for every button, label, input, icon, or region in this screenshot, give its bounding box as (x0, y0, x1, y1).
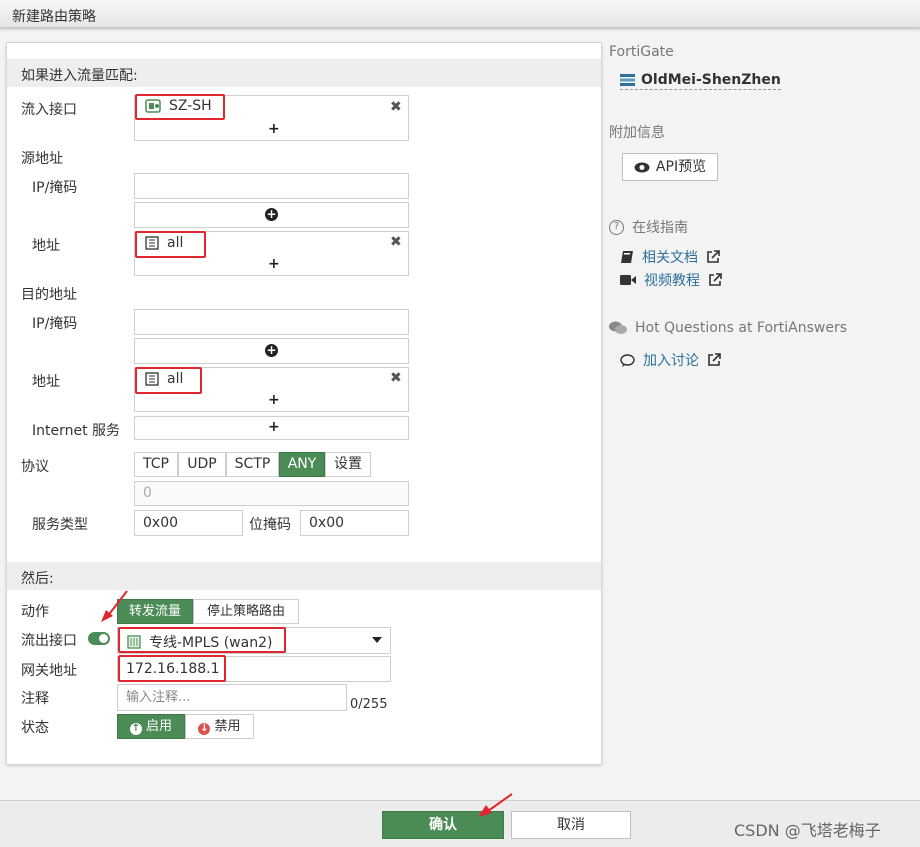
fortigate-device-icon (620, 74, 635, 86)
watermark-text: CSDN @飞塔老梅子 (734, 821, 881, 840)
comment-bubble-icon (620, 353, 635, 367)
destination-ip-mask-label: IP/掩码 (32, 316, 78, 332)
cancel-button[interactable]: 取消 (511, 811, 631, 839)
related-docs-label: 相关文档 (642, 250, 698, 266)
arrow-up-icon: ↑ (129, 723, 142, 735)
policy-form: 如果进入流量匹配: 流入接口 SZ-SH ✖ + 源地址 IP/掩码 + 地址 … (6, 42, 602, 765)
protocol-label: 协议 (21, 459, 49, 475)
external-link-icon (707, 250, 720, 263)
remove-icon[interactable]: ✖ (390, 99, 402, 115)
comments-icon (609, 321, 627, 334)
status-disable-label: 禁用 (214, 719, 241, 734)
external-link-icon (709, 273, 722, 286)
add-internet-service-button[interactable]: + (268, 419, 280, 435)
add-source-address-button[interactable]: + (268, 256, 280, 272)
match-section-header: 如果进入流量匹配: (7, 59, 601, 87)
additional-info-label: 附加信息 (609, 125, 665, 141)
service-type-label: 服务类型 (32, 517, 88, 533)
protocol-any-button[interactable]: ANY (279, 452, 325, 477)
device-name: OldMei-ShenZhen (641, 72, 781, 88)
protocol-udp-button[interactable]: UDP (178, 452, 226, 477)
hot-questions-label: Hot Questions at FortiAnswers (635, 320, 848, 336)
outgoing-interface-label: 流出接口 (21, 633, 77, 649)
status-enable-label: 启用 (145, 719, 172, 734)
then-section-title: 然后: (21, 571, 54, 587)
annotation-highlight (135, 94, 225, 120)
join-discussion-link[interactable]: 加入讨论 (620, 350, 721, 370)
arrow-down-icon: ↓ (198, 723, 211, 735)
remove-icon[interactable]: ✖ (390, 370, 402, 386)
device-name-link[interactable]: OldMei-ShenZhen (620, 72, 781, 90)
annotation-arrow-icon (101, 590, 128, 622)
online-guide-heading: ? 在线指南 (609, 217, 688, 237)
comment-counter: 0/255 (350, 697, 388, 712)
source-ip-mask-input[interactable] (134, 173, 409, 199)
eye-icon (634, 162, 650, 172)
online-guide-label: 在线指南 (632, 220, 688, 236)
protocol-custom-button[interactable]: 设置 (325, 452, 371, 477)
comment-textarea[interactable]: 输入注释... (117, 684, 347, 711)
join-discussion-label: 加入讨论 (643, 353, 699, 369)
destination-address-label: 目的地址 (21, 287, 77, 303)
protocol-number-input[interactable]: 0 (134, 481, 409, 506)
annotation-highlight (135, 231, 206, 258)
status-label: 状态 (21, 720, 49, 736)
action-label: 动作 (21, 604, 49, 620)
window-titlebar: 新建路由策略 (0, 0, 920, 28)
device-type-label: FortiGate (609, 44, 674, 60)
destination-address-sub-label: 地址 (32, 374, 60, 390)
bitmask-input[interactable]: 0x00 (300, 510, 409, 536)
incoming-interface-label: 流入接口 (21, 102, 77, 118)
outgoing-interface-toggle[interactable] (88, 632, 110, 645)
api-preview-label: API预览 (655, 159, 707, 175)
service-type-input[interactable]: 0x00 (134, 510, 243, 536)
window-title: 新建路由策略 (12, 9, 96, 25)
related-docs-link[interactable]: 相关文档 (620, 247, 720, 267)
status-enable-button[interactable]: ↑ 启用 (117, 714, 185, 739)
add-incoming-interface-button[interactable]: + (268, 121, 280, 137)
add-destination-ip-icon[interactable]: + (265, 344, 278, 357)
book-icon (621, 251, 633, 263)
match-section-title: 如果进入流量匹配: (21, 68, 138, 84)
question-circle-icon: ? (609, 219, 624, 235)
protocol-tcp-button[interactable]: TCP (134, 452, 178, 477)
external-link-icon (708, 353, 721, 366)
protocol-sctp-button[interactable]: SCTP (226, 452, 279, 477)
video-tutorial-link[interactable]: 视频教程 (620, 270, 722, 290)
source-address-label: 源地址 (21, 151, 63, 167)
video-tutorial-label: 视频教程 (644, 273, 700, 289)
source-address-sub-label: 地址 (32, 238, 60, 254)
dropdown-caret-icon[interactable] (372, 637, 382, 643)
gateway-label: 网关地址 (21, 663, 77, 679)
then-section-header: 然后: (7, 562, 601, 590)
video-camera-icon (620, 275, 636, 285)
annotation-highlight (118, 655, 226, 682)
source-ip-mask-label: IP/掩码 (32, 180, 78, 196)
hot-questions-heading: Hot Questions at FortiAnswers (609, 320, 847, 336)
comment-label: 注释 (21, 691, 49, 707)
action-stop-routing-button[interactable]: 停止策略路由 (193, 599, 299, 624)
bitmask-label: 位掩码 (249, 517, 291, 533)
add-source-ip-icon[interactable]: + (265, 208, 278, 221)
internet-service-label: Internet 服务 (32, 423, 121, 439)
annotation-highlight (135, 367, 202, 394)
annotation-arrow-icon (478, 793, 513, 817)
status-disable-button[interactable]: ↓ 禁用 (185, 714, 254, 739)
api-preview-button[interactable]: API预览 (622, 153, 718, 181)
annotation-highlight (118, 627, 286, 653)
remove-icon[interactable]: ✖ (390, 234, 402, 250)
add-destination-address-button[interactable]: + (268, 392, 280, 408)
dialog-footer: 确认 取消 CSDN @飞塔老梅子 (0, 800, 920, 847)
toggle-knob (99, 634, 108, 643)
destination-ip-mask-input[interactable] (134, 309, 409, 335)
